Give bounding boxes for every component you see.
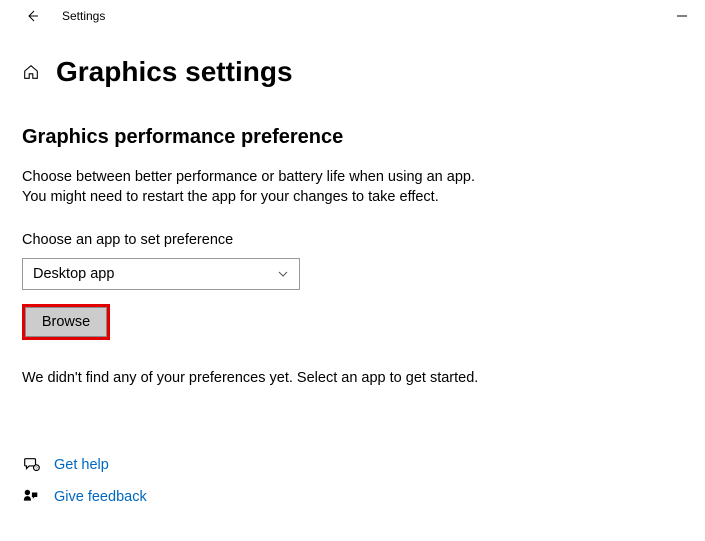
content-area: Graphics settings Graphics performance p…: [0, 32, 705, 506]
window-controls: [659, 0, 705, 32]
home-icon[interactable]: [22, 63, 40, 81]
app-type-dropdown[interactable]: Desktop app: [22, 258, 300, 290]
feedback-icon: [22, 488, 40, 506]
section-description: Choose between better performance or bat…: [22, 167, 683, 208]
minimize-icon: [677, 11, 687, 21]
page-header: Graphics settings: [22, 56, 683, 88]
dropdown-selected-value: Desktop app: [33, 266, 114, 282]
dropdown-label: Choose an app to set preference: [22, 232, 683, 248]
give-feedback-link[interactable]: Give feedback: [22, 488, 683, 506]
window-title: Settings: [62, 9, 105, 23]
browse-highlight: Browse: [22, 304, 110, 340]
description-line-2: You might need to restart the app for yo…: [22, 187, 683, 207]
back-button[interactable]: [16, 0, 48, 32]
chevron-down-icon: [277, 268, 289, 280]
minimize-button[interactable]: [659, 0, 705, 32]
browse-button[interactable]: Browse: [25, 307, 107, 337]
page-title: Graphics settings: [56, 56, 293, 88]
arrow-left-icon: [24, 8, 40, 24]
get-help-link[interactable]: ? Get help: [22, 456, 683, 474]
give-feedback-text: Give feedback: [54, 489, 147, 505]
chat-icon: ?: [22, 456, 40, 474]
titlebar: Settings: [0, 0, 705, 32]
get-help-text: Get help: [54, 457, 109, 473]
status-text: We didn't find any of your preferences y…: [22, 370, 683, 386]
section-heading: Graphics performance preference: [22, 126, 683, 149]
description-line-1: Choose between better performance or bat…: [22, 167, 683, 187]
